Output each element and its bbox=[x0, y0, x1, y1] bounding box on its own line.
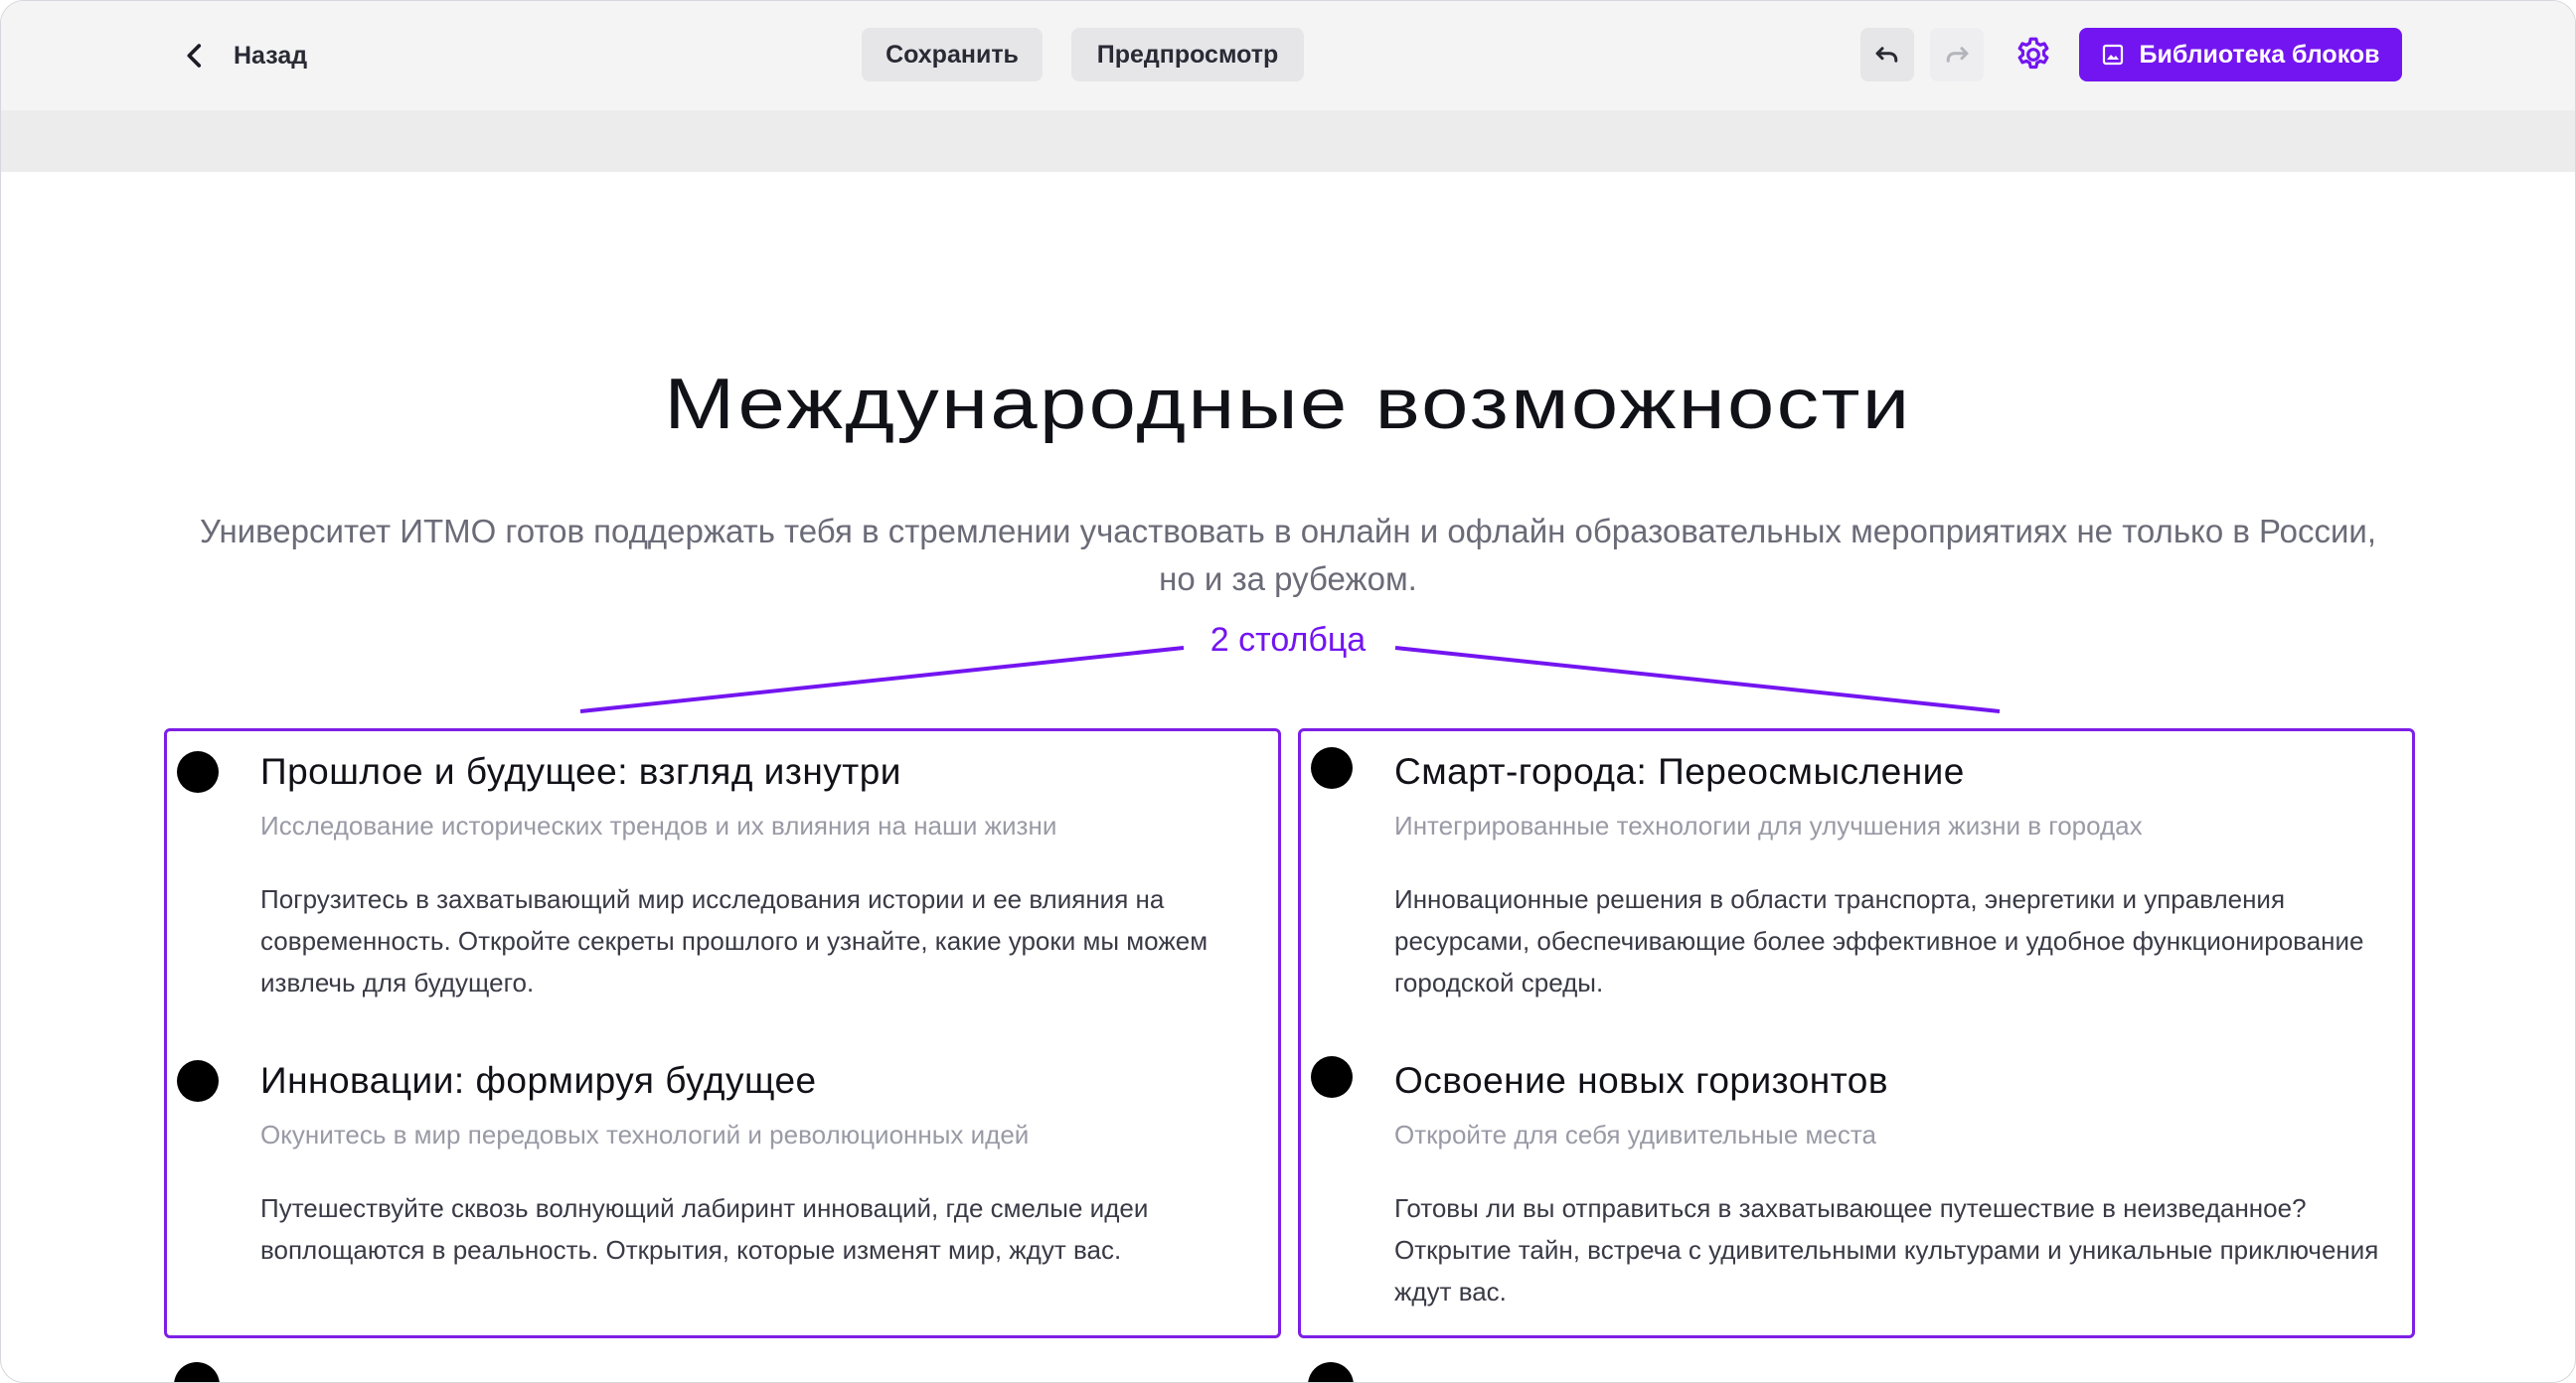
bullet-icon bbox=[177, 1060, 219, 1102]
item-subtitle: Откройте для себя удивительные места bbox=[1394, 1120, 1876, 1150]
item-text: Путешествуйте сквозь волнующий лабиринт … bbox=[260, 1193, 1149, 1265]
columns-annotation-label: 2 столбца bbox=[1209, 621, 1367, 659]
item-title: Инновации: формируя будущее bbox=[260, 1060, 817, 1101]
bullet-icon bbox=[1311, 747, 1353, 789]
item-title: Освоение новых горизонтов bbox=[1394, 1060, 1889, 1101]
bullet-icon bbox=[177, 751, 219, 793]
item-title: Прошлое и будущее: взгляд изнутри bbox=[260, 751, 901, 792]
item-text: Погрузитесь в захватывающий мир исследов… bbox=[260, 884, 1208, 998]
column-left[interactable]: Прошлое и будущее: взгляд изнутри Исслед… bbox=[164, 728, 1281, 1338]
item-title: Смарт-города: Переосмысление bbox=[1394, 751, 1965, 792]
bullet-icon bbox=[1311, 1056, 1353, 1098]
item-subtitle: Исследование исторических трендов и их в… bbox=[260, 811, 1057, 841]
column-right[interactable]: Смарт-города: Переосмысление Интегрирова… bbox=[1298, 728, 2415, 1338]
bullet-icon bbox=[174, 1362, 220, 1382]
item-text: Готовы ли вы отправиться в захватывающее… bbox=[1394, 1193, 2379, 1306]
item-text: Инновационные решения в области транспор… bbox=[1394, 884, 2364, 998]
item-subtitle: Окунитесь в мир передовых технологий и р… bbox=[260, 1120, 1030, 1150]
item-subtitle: Интегрированные технологии для улучшения… bbox=[1394, 811, 2143, 841]
editor-window: Назад Сохранить Предпросмотр Библиотека … bbox=[0, 0, 2576, 1383]
bullet-icon bbox=[1308, 1362, 1354, 1382]
